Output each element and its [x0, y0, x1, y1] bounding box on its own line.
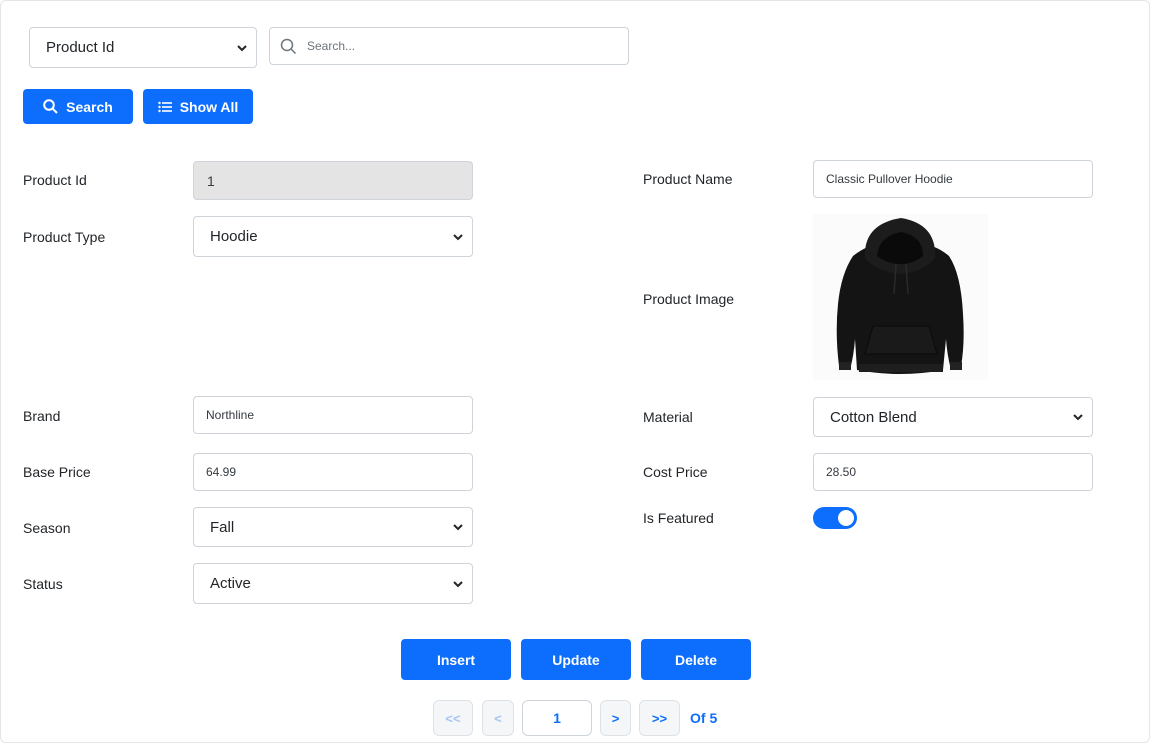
show-all-button[interactable]: Show All	[143, 89, 253, 124]
status-label: Status	[23, 576, 63, 592]
product-name-label: Product Name	[643, 171, 733, 187]
page-number-input[interactable]: 1	[522, 700, 592, 736]
search-field-select[interactable]: Product Id	[29, 27, 257, 68]
base-price-label: Base Price	[23, 464, 91, 480]
toggle-knob	[838, 510, 854, 526]
product-id-value: 1	[207, 172, 215, 189]
is-featured-toggle[interactable]	[813, 507, 857, 529]
delete-button[interactable]: Delete	[641, 639, 751, 680]
product-image[interactable]	[813, 214, 988, 380]
status-value: Active	[210, 575, 251, 592]
page-count-label: Of 5	[690, 710, 718, 726]
search-button-label: Search	[66, 98, 113, 115]
status-select[interactable]: Active	[193, 563, 473, 604]
delete-button-label: Delete	[674, 651, 718, 668]
is-featured-label: Is Featured	[643, 510, 714, 526]
product-name-value: Classic Pullover Hoodie	[826, 172, 953, 186]
search-button[interactable]: Search	[23, 89, 133, 124]
next-page-button[interactable]: >	[600, 700, 631, 736]
product-image-label: Product Image	[643, 291, 735, 307]
product-name-field[interactable]: Classic Pullover Hoodie	[813, 160, 1093, 198]
chevron-down-icon	[237, 44, 247, 51]
season-label: Season	[23, 520, 71, 536]
material-select[interactable]: Cotton Blend	[813, 397, 1093, 437]
base-price-value: 64.99	[206, 465, 237, 479]
base-price-field[interactable]: 64.99	[193, 453, 473, 491]
season-value: Fall	[210, 518, 235, 536]
last-page-button[interactable]: >>	[639, 700, 680, 736]
cost-price-value: 28.50	[826, 465, 857, 479]
product-id-label: Product Id	[23, 172, 87, 188]
chevron-down-icon	[453, 524, 463, 531]
season-select[interactable]: Fall	[193, 507, 473, 547]
brand-field[interactable]: Northline	[193, 396, 473, 434]
search-input[interactable]: Search...	[269, 27, 629, 65]
material-label: Material	[643, 409, 693, 425]
prev-page-label: <	[494, 710, 502, 726]
search-field-select-value: Product Id	[46, 39, 115, 56]
chevron-down-icon	[1073, 414, 1083, 421]
page-number-value: 1	[553, 710, 561, 726]
product-type-value: Hoodie	[210, 228, 258, 245]
cost-price-field[interactable]: 28.50	[813, 453, 1093, 491]
insert-button-label: Insert	[436, 651, 476, 668]
hoodie-image	[813, 214, 988, 380]
search-placeholder: Search...	[307, 39, 356, 53]
first-page-label: <<	[445, 710, 461, 726]
last-page-label: >>	[651, 710, 668, 726]
product-type-label: Product Type	[23, 229, 106, 245]
search-icon	[43, 99, 58, 114]
chevron-down-icon	[453, 233, 463, 240]
first-page-button[interactable]: <<	[433, 700, 473, 736]
brand-label: Brand	[23, 408, 61, 424]
list-icon	[158, 101, 172, 112]
insert-button[interactable]: Insert	[401, 639, 511, 680]
prev-page-button[interactable]: <	[482, 700, 514, 736]
search-icon	[280, 38, 297, 55]
product-id-field: 1	[193, 161, 473, 200]
show-all-button-label: Show All	[179, 98, 239, 115]
cost-price-label: Cost Price	[643, 464, 708, 480]
update-button[interactable]: Update	[521, 639, 631, 680]
brand-value: Northline	[206, 408, 255, 422]
next-page-label: >	[611, 710, 620, 726]
material-value: Cotton Blend	[830, 408, 917, 426]
update-button-label: Update	[552, 651, 600, 668]
product-type-select[interactable]: Hoodie	[193, 216, 473, 257]
chevron-down-icon	[453, 580, 463, 587]
